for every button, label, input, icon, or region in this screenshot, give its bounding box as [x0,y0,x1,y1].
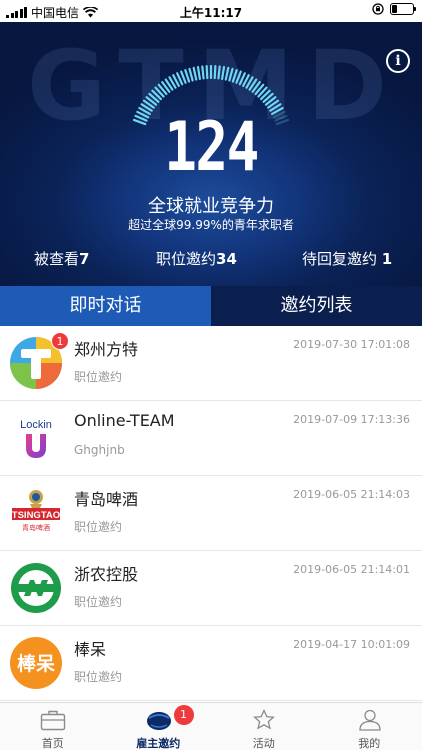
tsingtao-logo: TSINGTAO 青岛啤酒 [10,487,62,539]
status-time: 上午11:17 [179,6,243,20]
conversation-preview: Ghghjnb [74,443,125,457]
nav-activities[interactable]: 活动 [211,703,317,750]
conversation-time: 2019-07-30 17:01:08 [293,338,410,351]
conversation-list: 1 郑州方特 职位邀约 2019-07-30 17:01:08 Lockin O… [0,326,422,701]
stat-value: 1 [381,250,393,268]
conversation-time: 2019-04-17 10:01:09 [293,638,410,651]
tab-instant-chat[interactable]: 即时对话 [0,286,211,326]
nav-badge: 1 [173,705,194,725]
nav-label: 活动 [252,737,275,750]
conversation-item[interactable]: Lockin Online-TEAM Ghghjnb 2019-07-09 17… [0,401,422,476]
stat-pending[interactable]: 待回复邀约 1 [302,248,392,269]
gauge-tick [201,65,205,80]
conversation-name: 郑州方特 [74,340,139,359]
competitiveness-score: 124 [164,108,259,187]
conversation-item[interactable]: 浙农控股 职位邀约 2019-06-05 21:14:01 [0,551,422,626]
gauge-tick [217,65,221,80]
conversation-preview: 职位邀约 [74,595,123,609]
stat-label: 职位邀约 [156,250,217,268]
bangdai-wordmark: 棒呆 [17,652,55,675]
employer-avatar-icon [146,712,171,730]
gauge-tick [192,66,198,81]
gauge-tick [205,65,209,80]
conversation-item[interactable]: TSINGTAO 青岛啤酒 青岛啤酒 职位邀约 2019-06-05 21:14… [0,476,422,551]
conversation-time: 2019-06-05 21:14:01 [293,563,410,576]
nav-label: 雇主邀约 [136,737,181,750]
conversation-time: 2019-07-09 17:13:36 [293,413,410,426]
gauge-tick [188,67,194,82]
tsingtao-chinese-mark: 青岛啤酒 [22,523,50,532]
info-icon[interactable]: i [386,49,410,73]
battery-icon [390,3,416,15]
conversation-time: 2019-06-05 21:14:03 [293,488,410,501]
stat-label: 待回复邀约 [302,250,382,268]
conversation-name: 青岛啤酒 [74,490,139,509]
nav-label: 首页 [41,737,64,750]
tab-bar: 即时对话 邀约列表 [0,286,422,326]
score-title: 全球就业竞争力 [148,196,274,217]
stat-viewed[interactable]: 被查看7 [34,248,89,269]
star-icon [253,709,275,730]
person-icon [358,709,381,731]
stat-invitations[interactable]: 职位邀约34 [156,248,237,269]
conversation-name: Online-TEAM [74,411,175,430]
stat-value: 7 [79,250,90,268]
status-right [372,3,416,15]
nav-mine[interactable]: 我的 [317,703,422,750]
zhenong-logo [11,563,61,613]
orientation-lock-icon [372,3,384,15]
bottom-nav: 首页 1 雇主邀约 活动 我的 [0,702,422,750]
gauge-tick [213,65,217,80]
conversation-preview: 职位邀约 [74,520,123,534]
tab-invitation-list[interactable]: 邀约列表 [211,286,422,326]
gauge-tick [221,65,226,80]
bangdai-logo: 棒呆 [10,637,62,689]
stats-row: 被查看7 职位邀约34 待回复邀约 1 [0,248,422,272]
gauge-tick [224,66,230,81]
conversation-preview: 职位邀约 [74,370,123,384]
gauge-tick [228,67,234,82]
conversation-preview: 职位邀约 [74,670,123,684]
nav-label: 我的 [358,737,381,750]
briefcase-icon [40,710,66,731]
unread-badge: 1 [51,332,69,350]
stat-label: 被查看 [34,250,80,268]
lockin-wordmark: Lockin [20,419,52,431]
conversation-item[interactable]: 棒呆 棒呆 职位邀约 2019-04-17 10:01:09 [0,626,422,701]
status-bar: 中国电信 上午11:17 [0,0,422,22]
gauge-tick [196,65,201,80]
score-subtitle: 超过全球99.99%的青年求职者 [128,218,294,232]
nav-home[interactable]: 首页 [0,703,106,750]
lockin-logo: Lockin [10,412,62,464]
gauge-tick [184,69,191,83]
nav-employer-invitations[interactable]: 1 雇主邀约 [106,703,212,750]
conversation-item[interactable]: 1 郑州方特 职位邀约 2019-07-30 17:01:08 [0,326,422,401]
conversation-name: 浙农控股 [74,565,139,584]
conversation-name: 棒呆 [74,640,107,659]
tsingtao-wordmark: TSINGTAO [12,510,60,521]
gauge-tick [231,69,238,83]
competitiveness-panel: GTMD i 124 全球就业竞争力 超过全球99.99%的青年求职者 被查看7… [0,22,422,286]
stat-value: 34 [216,250,237,268]
